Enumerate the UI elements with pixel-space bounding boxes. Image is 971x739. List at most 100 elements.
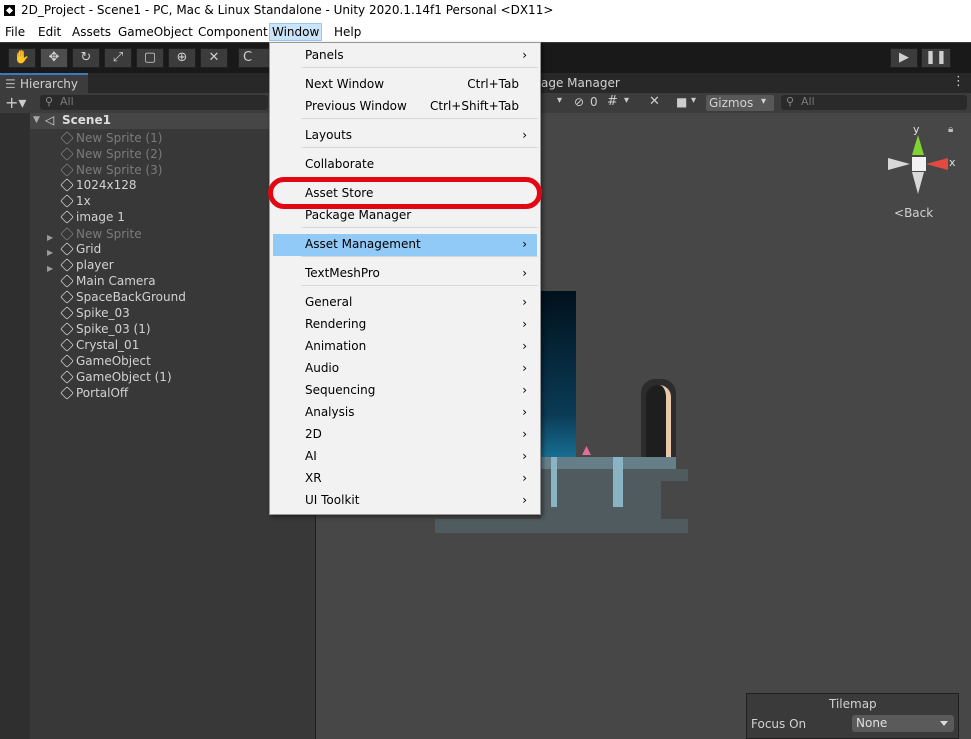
search-icon: ⚲ [45, 95, 54, 108]
gizmos-dropdown-icon[interactable]: ▾ [761, 96, 766, 107]
menu-item-sequencing[interactable]: Sequencing › [273, 380, 537, 402]
menu-separator [301, 147, 538, 148]
menu-item-analysis[interactable]: Analysis › [273, 402, 537, 424]
focus-on-select[interactable]: None [852, 715, 954, 732]
menu-file[interactable]: File [3, 24, 27, 40]
menu-help[interactable]: Help [332, 24, 363, 40]
add-icon[interactable]: +▾ [5, 93, 26, 112]
hierarchy-item[interactable]: ▶ player [0, 257, 315, 273]
chevron-right-icon: › [522, 266, 527, 280]
hierarchy-item[interactable]: New Sprite (1) [0, 130, 315, 146]
menu-item-previous-window[interactable]: Previous Window Ctrl+Shift+Tab [273, 96, 537, 118]
chevron-right-icon: › [522, 383, 527, 397]
menu-component[interactable]: Component [196, 24, 270, 40]
hierarchy-item[interactable]: GameObject [0, 353, 315, 369]
hierarchy-item-label: Crystal_01 [76, 338, 140, 352]
focus-on-label: Focus On [751, 717, 807, 731]
menu-assets[interactable]: Assets [70, 24, 113, 40]
dropdown-arrow-icon[interactable]: ▾ [557, 95, 562, 106]
camera-dropdown-icon[interactable]: ▾ [691, 95, 696, 106]
menu-window[interactable]: Window [269, 23, 323, 41]
gizmo-neg-y-axis-icon[interactable] [912, 172, 924, 194]
hierarchy-item-label: New Sprite [76, 227, 142, 241]
gizmo-neg-x-axis-icon[interactable] [888, 158, 910, 170]
hierarchy-item-label: New Sprite (1) [76, 131, 163, 145]
menu-item-audio[interactable]: Audio › [273, 358, 537, 380]
package-manager-tab-label[interactable]: age Manager [541, 76, 620, 90]
menu-gameobject[interactable]: GameObject [116, 24, 195, 40]
menu-item-panels[interactable]: Panels › [273, 45, 537, 67]
menu-item-label: 2D [305, 427, 322, 441]
menu-item-textmeshpro[interactable]: TextMeshPro › [273, 263, 537, 285]
menu-item-label: Layouts [305, 128, 353, 142]
hierarchy-search-input[interactable]: ⚲ All [40, 95, 268, 110]
custom-tool-icon[interactable]: ✕ [200, 48, 228, 68]
menu-item-animation[interactable]: Animation › [273, 336, 537, 358]
rect-tool-icon[interactable]: ▢ [136, 48, 164, 68]
play-button[interactable]: ▶ [890, 48, 918, 68]
hierarchy-item[interactable]: image 1 [0, 209, 315, 225]
rotate-tool-icon[interactable]: ↻ [72, 48, 100, 68]
camera-icon[interactable]: ■ [676, 95, 687, 109]
menu-item-collaborate[interactable]: Collaborate [273, 154, 537, 176]
hierarchy-item-label: 1024x128 [76, 178, 137, 192]
hierarchy-item[interactable]: Spike_03 [0, 305, 315, 321]
menu-item-layouts[interactable]: Layouts › [273, 125, 537, 147]
back-arrow-icon: < [894, 206, 905, 220]
hierarchy-item[interactable]: ▶ Grid [0, 241, 315, 257]
gameobject-cube-icon [60, 163, 74, 177]
menu-item-next-window[interactable]: Next Window Ctrl+Tab [273, 74, 537, 96]
hierarchy-item[interactable]: New Sprite (2) [0, 146, 315, 162]
menu-item-2d[interactable]: 2D › [273, 424, 537, 446]
pause-button[interactable]: ❚❚ [921, 48, 951, 68]
hierarchy-item[interactable]: Main Camera [0, 273, 315, 289]
lock-icon[interactable]: 🔒︎ [948, 124, 953, 135]
menu-item-ai[interactable]: AI › [273, 446, 537, 468]
pivot-toggle[interactable]: C [238, 48, 272, 68]
tools-icon[interactable]: ✕ [649, 94, 660, 109]
gizmos-button[interactable]: Gizmos ▾ [706, 95, 774, 111]
grid-icon[interactable]: # [607, 94, 618, 109]
hand-tool-icon[interactable]: ✋ [8, 48, 36, 68]
tab-hierarchy[interactable]: ☰ Hierarchy [0, 73, 88, 93]
menu-item-label: Animation [305, 339, 367, 353]
menu-item-rendering[interactable]: Rendering › [273, 314, 537, 336]
hierarchy-item-label: 1x [76, 194, 91, 208]
chevron-down-icon[interactable]: ▼ [33, 115, 40, 125]
menu-item-ui-toolkit[interactable]: UI Toolkit › [273, 490, 537, 512]
menu-item-general[interactable]: General › [273, 292, 537, 314]
portal-sprite[interactable] [641, 379, 676, 457]
hierarchy-item[interactable]: ▶ New Sprite [0, 226, 315, 242]
hierarchy-item[interactable]: PortalOff [0, 385, 315, 401]
menu-item-asset-management[interactable]: Asset Management › [273, 234, 537, 256]
gameobject-cube-icon [60, 322, 74, 336]
menu-separator [301, 118, 538, 119]
scene-name: Scene1 [62, 113, 111, 127]
menu-edit[interactable]: Edit [36, 24, 63, 40]
move-tool-icon[interactable]: ✥ [40, 48, 68, 68]
back-link[interactable]: <Back [894, 206, 933, 220]
gizmo-y-axis-icon[interactable] [912, 135, 924, 155]
gameobject-cube-icon [60, 354, 74, 368]
hierarchy-item[interactable]: SpaceBackGround [0, 289, 315, 305]
tilemap-ground[interactable] [435, 457, 688, 533]
menu-item-xr[interactable]: XR › [273, 468, 537, 490]
gizmo-x-axis-icon[interactable] [926, 158, 948, 170]
hierarchy-item[interactable]: Spike_03 (1) [0, 321, 315, 337]
hierarchy-item[interactable]: New Sprite (3) [0, 162, 315, 178]
gameobject-cube-icon [60, 338, 74, 352]
grid-dropdown-icon[interactable]: ▾ [624, 95, 629, 106]
scene-search-input[interactable]: ⚲ All [781, 95, 967, 110]
more-options-icon[interactable]: ⋮ [952, 74, 965, 89]
orientation-gizmo-center[interactable] [912, 157, 926, 171]
transform-tool-icon[interactable]: ⊕ [168, 48, 196, 68]
menu-item-label: AI [305, 449, 317, 463]
gameobject-cube-icon [60, 227, 74, 241]
menu-item-label: Asset Management [305, 237, 421, 251]
hierarchy-item[interactable]: GameObject (1) [0, 369, 315, 385]
visibility-icon[interactable]: ⊘ [574, 95, 584, 109]
scale-tool-icon[interactable]: ⤢ [104, 48, 132, 68]
space-background[interactable] [541, 291, 576, 467]
hierarchy-item[interactable]: Crystal_01 [0, 337, 315, 353]
chevron-right-icon: › [522, 471, 527, 485]
